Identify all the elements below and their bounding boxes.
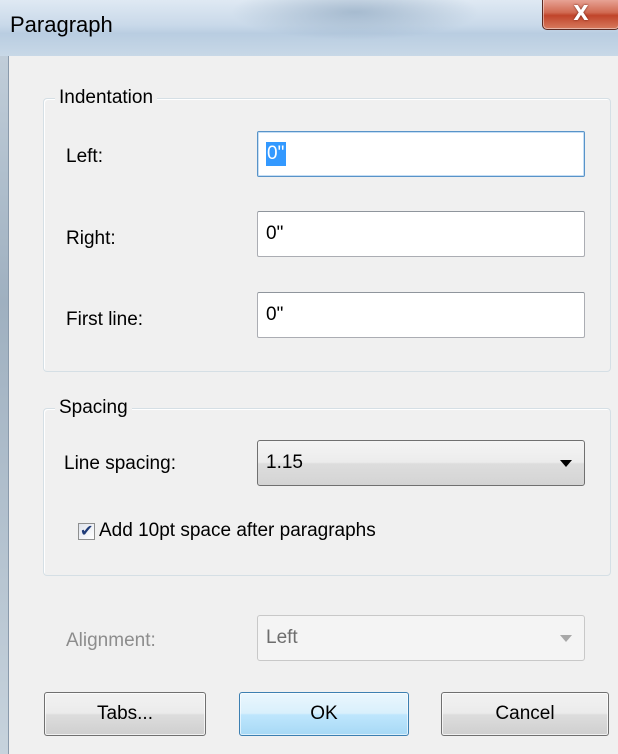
spacing-group-title: Spacing [55, 397, 132, 419]
add-space-checkbox[interactable]: ✔ [78, 521, 95, 540]
close-button[interactable]: X [542, 0, 618, 30]
left-indent-label: Left: [66, 146, 103, 167]
line-spacing-value: 1.15 [266, 452, 303, 473]
paragraph-dialog: Paragraph X Indentation Left: 0" Right: … [0, 0, 618, 754]
tabs-button[interactable]: Tabs... [44, 692, 206, 736]
first-line-indent-input[interactable] [257, 292, 585, 338]
cancel-button[interactable]: Cancel [441, 692, 609, 736]
alignment-dropdown[interactable]: Left [257, 615, 585, 661]
alignment-value: Left [266, 627, 298, 648]
close-icon: X [573, 1, 589, 25]
right-indent-label: Right: [66, 228, 116, 249]
ok-button[interactable]: OK [239, 692, 409, 736]
left-indent-input[interactable] [257, 131, 585, 177]
window-title: Paragraph [10, 12, 113, 37]
spacing-group [43, 408, 611, 576]
right-indent-input[interactable] [257, 211, 585, 257]
add-space-label[interactable]: Add 10pt space after paragraphs [99, 520, 376, 542]
line-spacing-dropdown[interactable]: 1.15 [257, 440, 585, 486]
chevron-down-icon [560, 460, 572, 467]
line-spacing-label: Line spacing: [64, 453, 176, 474]
title-bar[interactable]: Paragraph X [0, 0, 618, 56]
dialog-body: Indentation Left: 0" Right: First line: … [8, 56, 618, 754]
chevron-down-icon [560, 635, 572, 642]
first-line-indent-label: First line: [66, 309, 144, 330]
check-icon: ✔ [80, 521, 94, 540]
indentation-group-title: Indentation [55, 87, 158, 109]
alignment-label: Alignment: [66, 630, 156, 651]
